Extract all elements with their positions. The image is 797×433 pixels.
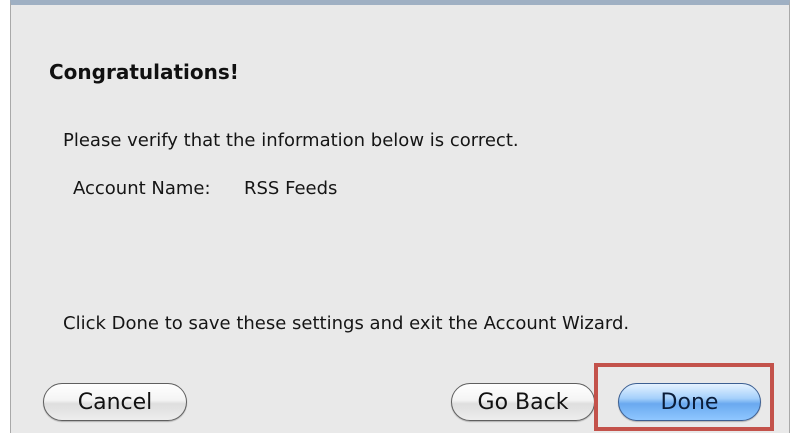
go-back-button[interactable]: Go Back <box>451 383 595 421</box>
cancel-button[interactable]: Cancel <box>43 383 187 421</box>
dialog-title: Congratulations! <box>49 60 239 84</box>
instruction-text: Click Done to save these settings and ex… <box>63 313 630 334</box>
account-wizard-screenshot: Congratulations! Please verify that the … <box>0 0 797 433</box>
done-button[interactable]: Done <box>618 383 761 421</box>
verify-text: Please verify that the information below… <box>63 130 519 151</box>
account-name-value: RSS Feeds <box>244 178 338 199</box>
wizard-dialog: Congratulations! Please verify that the … <box>10 0 790 433</box>
account-name-label: Account Name: <box>73 178 211 199</box>
